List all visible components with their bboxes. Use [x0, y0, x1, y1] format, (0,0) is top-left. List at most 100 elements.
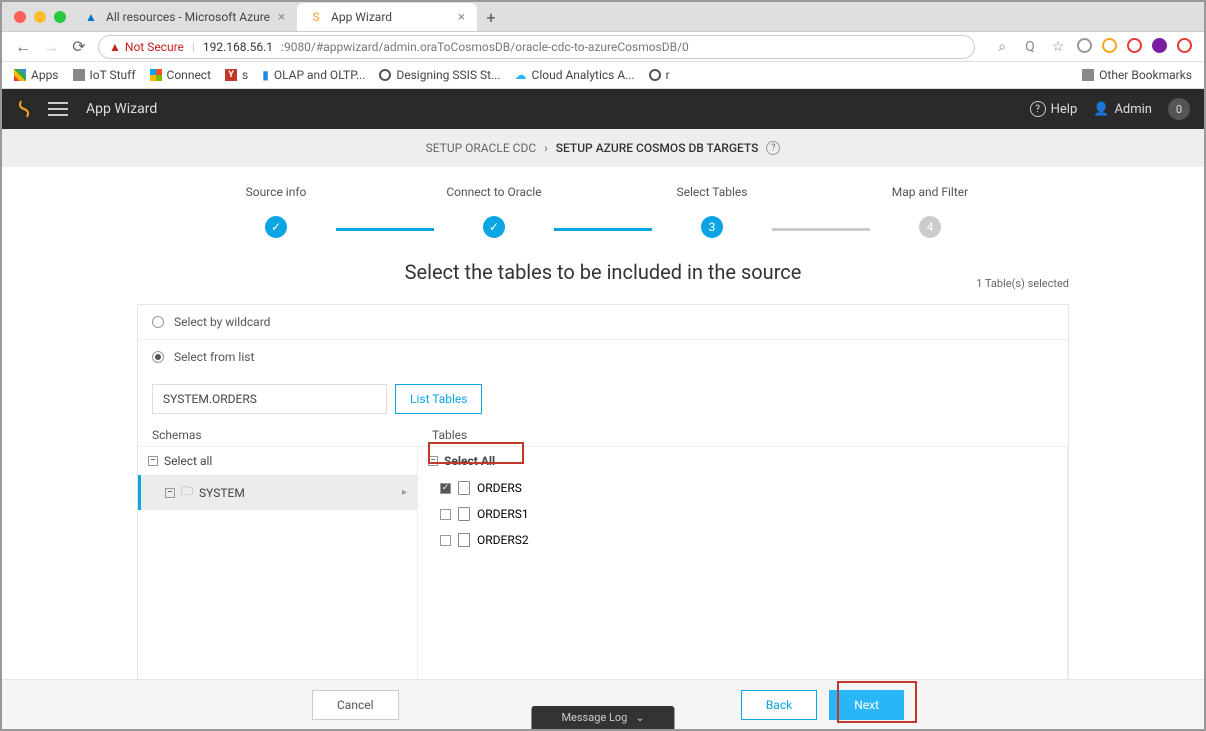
url-bar: ← → ⟳ ▲ Not Secure | 192.168.56.1:9080/#… [2, 32, 1204, 62]
window-maximize[interactable] [54, 11, 66, 23]
cloud-icon: ☁ [515, 68, 527, 82]
tab-label: App Wizard [331, 10, 392, 24]
apps-icon [14, 69, 26, 81]
zoom-icon[interactable]: Q [1021, 38, 1039, 56]
reload-icon[interactable]: ⟳ [70, 38, 88, 56]
folder-icon: 🗀 [181, 482, 193, 503]
check-icon: ✓ [265, 216, 287, 238]
app-title: App Wizard [86, 101, 157, 117]
message-log-toggle[interactable]: Message Log ⌄ [531, 706, 674, 729]
globe-icon [379, 69, 391, 81]
radio-icon [152, 351, 164, 363]
step-select-tables[interactable]: Select Tables 3 [652, 185, 772, 238]
step-connector [772, 228, 870, 231]
bookmarks-bar: Apps IoT Stuff Connect Ys ▮OLAP and OLTP… [2, 62, 1204, 89]
radio-icon [152, 316, 164, 328]
wizard-footer: Cancel Back Next Message Log ⌄ [2, 679, 1204, 729]
select-all-schemas[interactable]: − Select all [138, 447, 417, 475]
profile-icon[interactable] [1152, 38, 1167, 53]
table-icon [458, 533, 470, 547]
wildcard-option[interactable]: Select by wildcard [138, 305, 1068, 340]
ms-icon [150, 69, 162, 81]
help-icon[interactable]: ? [766, 141, 780, 155]
checkbox-icon[interactable] [440, 509, 451, 520]
star-icon[interactable]: ☆ [1049, 38, 1067, 56]
chevron-right-icon: ▸ [402, 487, 407, 498]
tables-header: Tables [432, 428, 1054, 442]
new-tab-button[interactable]: + [477, 3, 505, 31]
globe-icon [649, 69, 661, 81]
step-map-filter[interactable]: Map and Filter 4 [870, 185, 990, 238]
crumb-step-1[interactable]: SETUP ORACLE CDC [426, 141, 537, 155]
tab-app-wizard[interactable]: S App Wizard × [297, 3, 477, 31]
folder-icon [1082, 69, 1094, 81]
ext-icon-1[interactable] [1077, 38, 1092, 53]
table-orders1[interactable]: ORDERS1 [418, 501, 1067, 527]
bm-apps[interactable]: Apps [14, 68, 59, 82]
table-orders[interactable]: ✓ ORDERS [418, 475, 1067, 501]
cancel-button[interactable]: Cancel [312, 690, 399, 720]
close-icon[interactable]: × [278, 10, 285, 25]
list-tables-button[interactable]: List Tables [395, 384, 482, 414]
table-orders2[interactable]: ORDERS2 [418, 527, 1067, 553]
user-icon: 👤 [1093, 102, 1109, 117]
striim-logo-icon [16, 99, 36, 119]
help-button[interactable]: ?Help [1030, 101, 1078, 117]
bm-olap[interactable]: ▮OLAP and OLTP... [262, 68, 365, 82]
ext-icon-2[interactable] [1102, 38, 1117, 53]
schema-system[interactable]: − 🗀 SYSTEM ▸ [138, 475, 417, 510]
ext-icon-3[interactable] [1127, 38, 1142, 53]
close-icon[interactable]: × [458, 10, 465, 25]
step-connect-oracle[interactable]: Connect to Oracle ✓ [434, 185, 554, 238]
bm-iot[interactable]: IoT Stuff [73, 68, 136, 82]
tab-label: All resources - Microsoft Azure [106, 10, 270, 24]
folder-icon [73, 69, 85, 81]
back-icon[interactable]: ← [14, 38, 32, 56]
step-source-info[interactable]: Source info ✓ [216, 185, 336, 238]
annotation-highlight [428, 442, 524, 464]
window-minimize[interactable] [34, 11, 46, 23]
y-icon: Y [225, 69, 237, 81]
help-icon: ? [1030, 101, 1046, 117]
table-icon [458, 507, 470, 521]
progress-stepper: Source info ✓ Connect to Oracle ✓ Select… [2, 167, 1204, 238]
schemas-header: Schemas [152, 428, 432, 442]
url-host: 192.168.56.1 [203, 40, 273, 54]
breadcrumb: SETUP ORACLE CDC › SETUP AZURE COSMOS DB… [2, 129, 1204, 167]
bm-s[interactable]: Ys [225, 68, 248, 82]
bm-other[interactable]: Other Bookmarks [1082, 68, 1192, 82]
back-button[interactable]: Back [741, 690, 817, 720]
table-pattern-input[interactable] [152, 384, 387, 414]
window-close[interactable] [14, 11, 26, 23]
app-top-bar: App Wizard ?Help 👤Admin 0 [2, 89, 1204, 129]
striim-icon: S [309, 10, 323, 24]
table-selection-panel: Select by wildcard Select from list List… [137, 304, 1069, 729]
admin-button[interactable]: 👤Admin [1093, 102, 1152, 117]
url-input[interactable]: ▲ Not Secure | 192.168.56.1:9080/#appwiz… [98, 35, 975, 59]
checkbox-icon[interactable]: ✓ [440, 483, 451, 494]
forward-icon[interactable]: → [42, 38, 60, 56]
step-connector [336, 228, 434, 231]
collapse-icon: − [148, 456, 158, 466]
collapse-icon: − [165, 488, 175, 498]
tab-azure[interactable]: ▲ All resources - Microsoft Azure × [72, 3, 297, 31]
chevron-icon: › [544, 141, 548, 155]
bm-cloud[interactable]: ☁Cloud Analytics A... [515, 68, 635, 82]
table-icon [458, 481, 470, 495]
annotation-highlight [837, 681, 917, 723]
bm-r[interactable]: r [649, 68, 670, 82]
crumb-step-2: SETUP AZURE COSMOS DB TARGETS [556, 141, 759, 155]
selection-count: 1 Table(s) selected [976, 277, 1069, 290]
checkbox-icon[interactable] [440, 535, 451, 546]
bm-ssis[interactable]: Designing SSIS St... [379, 68, 500, 82]
azure-icon: ▲ [84, 10, 98, 24]
step-connector [554, 228, 652, 231]
ext-icon-4[interactable] [1177, 38, 1192, 53]
key-icon[interactable]: ⌕ [993, 38, 1011, 56]
main-content: Source info ✓ Connect to Oracle ✓ Select… [2, 167, 1204, 689]
from-list-option[interactable]: Select from list [138, 340, 1068, 374]
bm-connect[interactable]: Connect [150, 68, 211, 82]
browser-tabs: ▲ All resources - Microsoft Azure × S Ap… [2, 2, 1204, 32]
menu-icon[interactable] [48, 102, 68, 116]
notification-badge[interactable]: 0 [1168, 98, 1190, 120]
